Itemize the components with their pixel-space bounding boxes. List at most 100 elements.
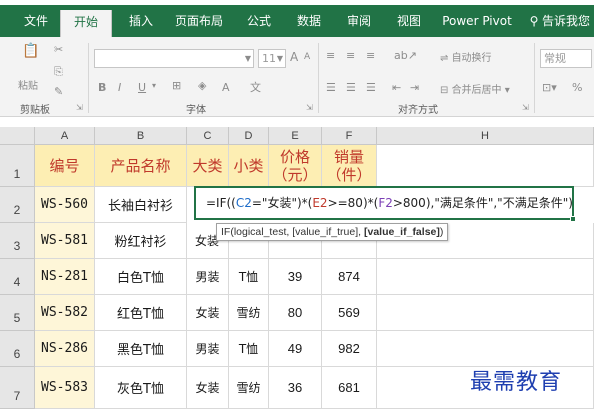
cell-a3[interactable]: WS-581 [35,223,95,259]
header-cell-sales[interactable]: 销量 （件） [322,145,377,187]
paste-icon[interactable]: 📋 [22,43,39,59]
wrap-text-button[interactable]: ⇌ 自动换行 [440,49,492,64]
number-format-combo[interactable]: 常规 [540,49,592,68]
cell-f5[interactable]: 569 [322,295,377,331]
tell-me-search[interactable]: 告诉我您 [542,5,594,37]
cut-icon[interactable]: ✂ [54,43,63,56]
cell-h4[interactable] [377,259,594,295]
align-left-icon[interactable]: ☰ [326,81,336,94]
row-header-4[interactable]: 4 [0,259,35,295]
cell-a7[interactable]: WS-583 [35,367,95,409]
cell-d7[interactable]: 雪纺 [229,367,269,409]
tab-data[interactable]: 数据 [286,5,332,37]
tab-file[interactable]: 文件 [14,5,58,37]
cell-h1[interactable] [377,145,594,187]
row-header-2[interactable]: 2 [0,187,35,223]
cell-a2[interactable]: WS-560 [35,187,95,223]
header-cell-id[interactable]: 编号 [35,145,95,187]
align-middle-icon[interactable]: ≡ [346,49,355,62]
cell-a5[interactable]: WS-582 [35,295,95,331]
cell-d4[interactable]: T恤 [229,259,269,295]
row-header-5[interactable]: 5 [0,295,35,331]
cell-e5[interactable]: 80 [269,295,322,331]
font-name-combo[interactable]: ▼ [94,49,254,68]
align-right-icon[interactable]: ☰ [366,81,376,94]
lightbulb-icon[interactable]: ⚲ [524,5,544,37]
cell-d6[interactable]: T恤 [229,331,269,367]
cell-d5[interactable]: 雪纺 [229,295,269,331]
bold-button[interactable]: B [98,81,106,94]
cell-e6[interactable]: 49 [269,331,322,367]
column-header-b[interactable]: B [95,127,187,145]
cell-b2[interactable]: 长袖白衬衫 [95,187,187,223]
tab-power-pivot[interactable]: Power Pivot [436,5,518,37]
tab-formulas[interactable]: 公式 [236,5,282,37]
tab-insert[interactable]: 插入 [118,5,164,37]
header-cell-category[interactable]: 大类 [187,145,229,187]
decrease-indent-icon[interactable]: ⇤ [392,81,401,94]
tab-review[interactable]: 审阅 [336,5,382,37]
percent-button[interactable]: % [572,81,582,94]
row-header-7[interactable]: 7 [0,367,35,409]
column-header-f[interactable]: F [322,127,377,145]
column-header-e[interactable]: E [269,127,322,145]
underline-button[interactable]: U [138,81,146,94]
orientation-icon[interactable]: ab↗ [394,49,417,62]
column-header-h[interactable]: H [377,127,594,145]
formula-edit-cell[interactable]: =IF((C2="女装")*(E2>=80)*(F2>800),"满足条件","… [194,186,574,220]
phonetic-icon[interactable]: 文 [250,79,261,95]
align-top-icon[interactable]: ≡ [326,49,335,62]
border-icon[interactable]: ⊞ [172,79,181,92]
row-header-1[interactable]: 1 [0,145,35,187]
cell-f7[interactable]: 681 [322,367,377,409]
currency-icon[interactable]: ⊡▾ [542,81,557,94]
italic-button[interactable]: I [118,81,121,94]
cell-a6[interactable]: NS-286 [35,331,95,367]
format-painter-icon[interactable]: ✎ [54,85,63,98]
align-bottom-icon[interactable]: ≡ [366,49,375,62]
header-cell-name[interactable]: 产品名称 [95,145,187,187]
fill-color-icon[interactable]: ◈ [198,79,206,92]
chevron-down-icon[interactable]: ▾ [152,81,156,90]
merge-center-button[interactable]: ⊟ 合并后居中 ▾ [440,81,510,96]
clipboard-launcher-icon[interactable]: ⇲ [76,103,83,112]
paste-label[interactable]: 粘贴 [18,77,38,92]
font-launcher-icon[interactable]: ⇲ [306,103,313,112]
increase-indent-icon[interactable]: ⇥ [410,81,419,94]
align-center-icon[interactable]: ☰ [346,81,356,94]
header-cell-price[interactable]: 价格 （元） [269,145,322,187]
font-size-combo[interactable]: 11 ▼ [258,49,286,68]
cell-b5[interactable]: 红色T恤 [95,295,187,331]
header-cell-subcategory[interactable]: 小类 [229,145,269,187]
cell-b3[interactable]: 粉红衬衫 [95,223,187,259]
shrink-font-icon[interactable]: A [304,52,310,62]
copy-icon[interactable]: ⎘ [54,65,63,79]
cell-c6[interactable]: 男装 [187,331,229,367]
column-header-c[interactable]: C [187,127,229,145]
tab-view[interactable]: 视图 [386,5,432,37]
cell-h5[interactable] [377,295,594,331]
cell-a4[interactable]: NS-281 [35,259,95,295]
select-all-corner[interactable] [0,127,35,145]
row-header-6[interactable]: 6 [0,331,35,367]
cell-c4[interactable]: 男装 [187,259,229,295]
cell-e4[interactable]: 39 [269,259,322,295]
fill-handle[interactable] [570,216,576,222]
cell-f4[interactable]: 874 [322,259,377,295]
row-header-3[interactable]: 3 [0,223,35,259]
cell-f6[interactable]: 982 [322,331,377,367]
column-header-d[interactable]: D [229,127,269,145]
grow-font-icon[interactable]: A [290,50,298,64]
font-color-button[interactable]: A [222,81,230,94]
cell-h6[interactable] [377,331,594,367]
tab-page-layout[interactable]: 页面布局 [168,5,230,37]
alignment-launcher-icon[interactable]: ⇲ [522,103,529,112]
cell-b4[interactable]: 白色T恤 [95,259,187,295]
cell-b6[interactable]: 黑色T恤 [95,331,187,367]
cell-e7[interactable]: 36 [269,367,322,409]
cell-b7[interactable]: 灰色T恤 [95,367,187,409]
cell-c7[interactable]: 女装 [187,367,229,409]
tab-home[interactable]: 开始 [60,10,112,37]
column-header-a[interactable]: A [35,127,95,145]
cell-c5[interactable]: 女装 [187,295,229,331]
